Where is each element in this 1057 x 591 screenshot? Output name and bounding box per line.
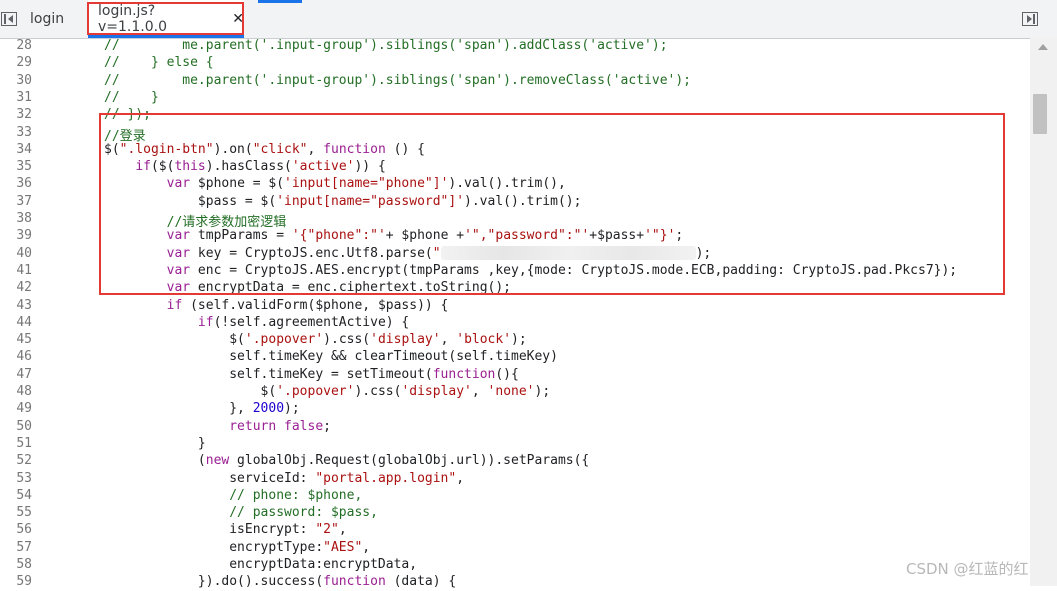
code-text: if (self.validForm($phone, $pass)) {: [166, 297, 449, 313]
code-line: 58 encryptData:encryptData,: [0, 557, 1030, 574]
line-number[interactable]: 43: [0, 298, 32, 313]
code-text: }: [104, 435, 206, 451]
line-number[interactable]: 46: [0, 349, 32, 364]
code-line: 56 isEncrypt: "2",: [0, 522, 1030, 539]
line-number[interactable]: 51: [0, 436, 32, 451]
line-number[interactable]: 32: [0, 107, 32, 122]
code-line: 43 if (self.validForm($phone, $pass)) {: [0, 298, 1030, 315]
line-number[interactable]: 59: [0, 574, 32, 589]
code-line: 45 $('.popover').css('display', 'block')…: [0, 332, 1030, 349]
line-number[interactable]: 50: [0, 419, 32, 434]
tab-login[interactable]: login: [18, 0, 82, 38]
code-text: (new globalObj.Request(globalObj.url)).s…: [104, 453, 590, 469]
line-number[interactable]: 56: [0, 522, 32, 537]
line-number[interactable]: 42: [0, 280, 32, 295]
code-text: // } else {: [104, 55, 214, 71]
line-number[interactable]: 34: [0, 142, 32, 157]
watermark: CSDN @红蓝的红: [906, 560, 1029, 578]
code-line: 44 if(!self.agreementActive) {: [0, 315, 1030, 332]
line-number[interactable]: 28: [0, 38, 32, 53]
line-number[interactable]: 54: [0, 488, 32, 503]
code-line: 53 serviceId: "portal.app.login",: [0, 471, 1030, 488]
line-number[interactable]: 33: [0, 125, 32, 140]
code-text: serviceId: "portal.app.login",: [104, 470, 465, 486]
show-navigator-icon[interactable]: [1, 12, 17, 26]
scrollbar-thumb[interactable]: [1033, 94, 1047, 134]
code-line: 50 return false;: [0, 419, 1030, 436]
code-text: encryptType:"AES",: [104, 539, 371, 555]
line-number[interactable]: 35: [0, 159, 32, 174]
code-text: }).do().success(function (data) {: [104, 574, 457, 590]
line-number[interactable]: 55: [0, 505, 32, 520]
tab-highlight-box: [87, 2, 244, 35]
code-text: // phone: $phone,: [229, 487, 363, 503]
code-line: 59 }).do().success(function (data) {: [0, 574, 1030, 591]
code-text: // }: [104, 89, 159, 105]
code-line: 48 $('.popover').css('display', 'none');: [0, 384, 1030, 401]
code-text: self.timeKey = setTimeout(function(){: [104, 366, 519, 382]
code-line: 30 // me.parent('.input-group').siblings(…: [0, 73, 1030, 90]
code-line: 51 }: [0, 436, 1030, 453]
line-number[interactable]: 37: [0, 194, 32, 209]
code-text: return false;: [229, 418, 331, 434]
tab-login-label: login: [30, 11, 65, 27]
line-number[interactable]: 49: [0, 401, 32, 416]
code-text: // me.parent('.input-group').siblings('s…: [104, 72, 691, 88]
code-text: if(!self.agreementActive) {: [197, 314, 410, 330]
code-line: 57 encryptType:"AES",: [0, 540, 1030, 557]
code-line: 28 // me.parent('.input-group').siblings(…: [0, 38, 1030, 55]
code-line: 55 // password: $pass,: [0, 505, 1030, 522]
line-number[interactable]: 45: [0, 332, 32, 347]
code-line: 49 }, 2000);: [0, 401, 1030, 418]
line-number[interactable]: 40: [0, 246, 32, 261]
line-number[interactable]: 29: [0, 55, 32, 70]
code-line: 54 // phone: $phone,: [0, 488, 1030, 505]
code-line: 46 self.timeKey && clearTimeout(self.tim…: [0, 349, 1030, 366]
code-line: 52 (new globalObj.Request(globalObj.url)…: [0, 453, 1030, 470]
line-number[interactable]: 47: [0, 367, 32, 382]
code-highlight-box: [99, 113, 1005, 295]
line-number[interactable]: 48: [0, 384, 32, 399]
code-line: 29 // } else {: [0, 55, 1030, 72]
code-text: // password: $pass,: [229, 505, 378, 521]
code-text: isEncrypt: "2",: [104, 522, 347, 538]
line-number[interactable]: 58: [0, 557, 32, 572]
code-line: 47 self.timeKey = setTimeout(function(){: [0, 367, 1030, 384]
code-text: // me.parent('.input-group').siblings('s…: [104, 38, 668, 53]
code-line: 31 // }: [0, 90, 1030, 107]
line-number[interactable]: 52: [0, 453, 32, 468]
editor-tab-bar: login login.js?v=1.1.0.0 ✕: [0, 0, 1057, 39]
code-text: $('.popover').css('display', 'block');: [104, 332, 527, 348]
code-text: encryptData:encryptData,: [104, 557, 418, 572]
scroll-up-icon[interactable]: [1038, 44, 1048, 50]
show-debugger-icon[interactable]: [1022, 12, 1038, 26]
line-number[interactable]: 41: [0, 263, 32, 278]
line-number[interactable]: 57: [0, 540, 32, 555]
code-text: self.timeKey && clearTimeout(self.timeKe…: [104, 349, 558, 365]
tab-accent-bar: [258, 0, 302, 3]
code-text: $('.popover').css('display', 'none');: [104, 384, 551, 399]
code-text: }, 2000);: [104, 401, 300, 417]
line-number[interactable]: 53: [0, 471, 32, 486]
line-number[interactable]: 30: [0, 73, 32, 88]
line-number[interactable]: 38: [0, 211, 32, 226]
line-number[interactable]: 36: [0, 176, 32, 191]
line-number[interactable]: 31: [0, 90, 32, 105]
line-number[interactable]: 44: [0, 315, 32, 330]
line-number[interactable]: 39: [0, 228, 32, 243]
